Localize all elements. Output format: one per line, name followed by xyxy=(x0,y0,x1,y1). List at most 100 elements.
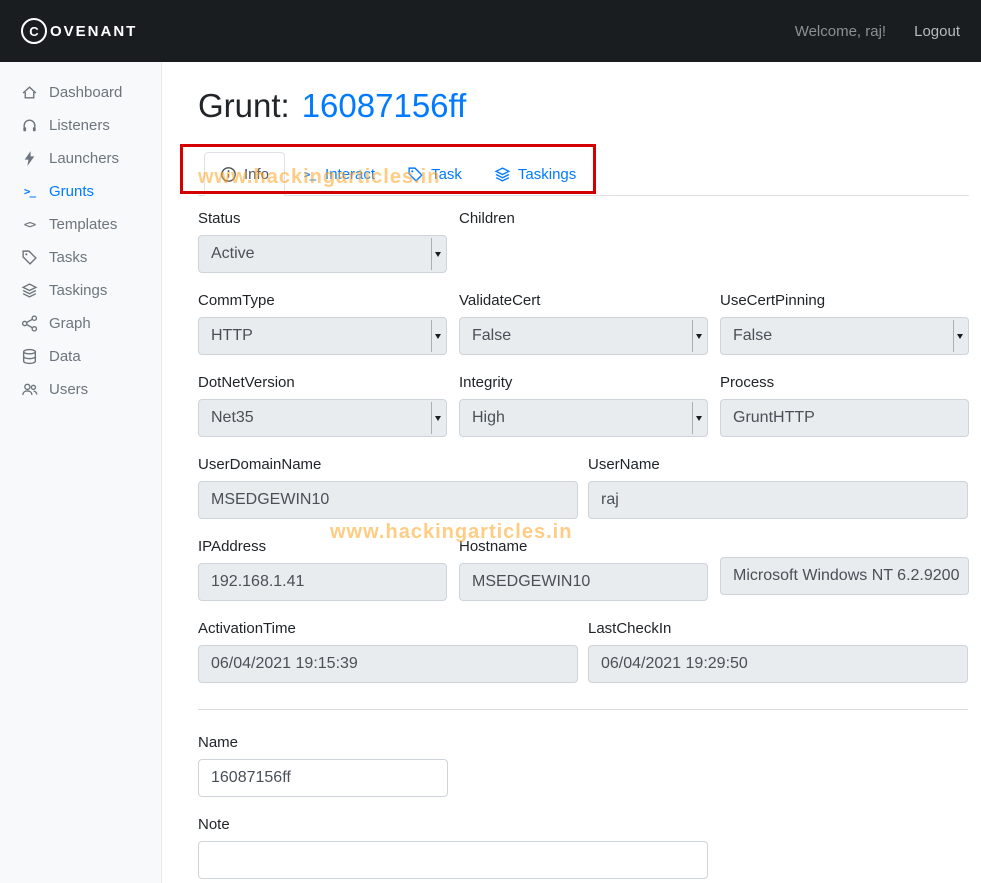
layers-icon xyxy=(494,166,511,183)
process-field: GruntHTTP xyxy=(720,399,969,437)
dotnetversion-value: Net35 xyxy=(211,409,254,426)
main-content: Grunt: 16087156ff Info >_ Interact Task … xyxy=(162,62,981,883)
headphones-icon xyxy=(21,117,38,134)
navbar-right: Welcome, raj! Logout xyxy=(795,23,960,40)
sidebar-item-dashboard[interactable]: Dashboard xyxy=(0,76,161,109)
sidebar-item-label: Graph xyxy=(49,315,91,332)
dotnetversion-select[interactable]: Net35 xyxy=(198,399,447,437)
terminal-icon: >_ xyxy=(23,185,36,198)
sidebar-item-listeners[interactable]: Listeners xyxy=(0,109,161,142)
sidebar: Dashboard Listeners Launchers >_ Grunts … xyxy=(0,62,162,883)
integrity-label: Integrity xyxy=(459,374,513,391)
operatingsystem-group: Microsoft Windows NT 6.2.9200 xyxy=(720,538,969,601)
hostname-value: MSEDGEWIN10 xyxy=(472,573,591,590)
note-input[interactable] xyxy=(198,841,708,879)
ipaddress-value: 192.168.1.41 xyxy=(211,573,305,590)
sidebar-item-label: Data xyxy=(49,348,81,365)
tab-task[interactable]: Task xyxy=(391,152,478,196)
status-group: Status Active xyxy=(198,210,447,273)
tab-info[interactable]: Info xyxy=(204,152,286,196)
username-label: UserName xyxy=(588,456,660,473)
form-row: DotNetVersion Net35 Integrity High Proce… xyxy=(198,374,969,437)
sidebar-item-data[interactable]: Data xyxy=(0,340,161,373)
operatingsystem-value: Microsoft Windows NT 6.2.9200 xyxy=(733,567,960,584)
tab-bar: Info >_ Interact Task Taskings xyxy=(198,152,969,196)
status-select[interactable]: Active xyxy=(198,235,447,273)
dotnetversion-label: DotNetVersion xyxy=(198,374,295,391)
flash-icon xyxy=(21,150,38,167)
userdomainname-value: MSEDGEWIN10 xyxy=(211,491,330,508)
children-label: Children xyxy=(459,210,515,227)
activationtime-field: 06/04/2021 19:15:39 xyxy=(198,645,578,683)
commtype-group: CommType HTTP xyxy=(198,292,447,355)
form-row: UserDomainName MSEDGEWIN10 UserName raj xyxy=(198,456,969,519)
lastcheckin-field: 06/04/2021 19:29:50 xyxy=(588,645,968,683)
validatecert-group: ValidateCert False xyxy=(459,292,708,355)
sidebar-item-label: Listeners xyxy=(49,117,110,134)
commtype-value: HTTP xyxy=(211,327,253,344)
activationtime-value: 06/04/2021 19:15:39 xyxy=(211,655,358,672)
welcome-text: Welcome, raj! xyxy=(794,22,887,40)
sidebar-item-graph[interactable]: Graph xyxy=(0,307,161,340)
children-group: Children xyxy=(459,210,708,273)
tab-label: Info xyxy=(244,165,270,183)
layers-icon xyxy=(21,282,38,299)
validatecert-select[interactable]: False xyxy=(459,317,708,355)
app-root: C OVENANT Welcome, raj! Logout Dashboard… xyxy=(0,0,981,883)
tab-taskings[interactable]: Taskings xyxy=(478,152,592,196)
name-input[interactable] xyxy=(198,759,448,797)
form-divider xyxy=(198,709,968,710)
sidebar-item-label: Tasks xyxy=(49,249,88,266)
integrity-value: High xyxy=(472,409,505,426)
form-row: IPAddress 192.168.1.41 Hostname MSEDGEWI… xyxy=(198,538,969,601)
covenant-logo-icon: C xyxy=(21,18,47,44)
sidebar-item-users[interactable]: Users xyxy=(0,373,161,406)
hostname-label: Hostname xyxy=(459,538,528,555)
commtype-label: CommType xyxy=(198,292,275,309)
tag-icon xyxy=(21,249,38,266)
home-icon xyxy=(21,84,38,101)
select-caret-icon xyxy=(692,402,705,434)
info-icon xyxy=(220,166,237,183)
userdomainname-field: MSEDGEWIN10 xyxy=(198,481,578,519)
sidebar-item-grunts[interactable]: >_ Grunts xyxy=(0,175,161,208)
sidebar-item-label: Dashboard xyxy=(49,84,123,101)
body-row: Dashboard Listeners Launchers >_ Grunts … xyxy=(0,62,981,883)
status-label: Status xyxy=(198,210,241,227)
lastcheckin-label: LastCheckIn xyxy=(588,620,672,637)
sidebar-item-launchers[interactable]: Launchers xyxy=(0,142,161,175)
brand-link[interactable]: C OVENANT xyxy=(21,18,137,44)
grunt-info-form: Status Active Children CommType HTTP Val… xyxy=(198,210,969,879)
usecertpinning-value: False xyxy=(733,327,773,344)
integrity-group: Integrity High xyxy=(459,374,708,437)
integrity-select[interactable]: High xyxy=(459,399,708,437)
ipaddress-group: IPAddress 192.168.1.41 xyxy=(198,538,447,601)
tab-interact[interactable]: >_ Interact xyxy=(285,152,391,196)
terminal-icon: >_ xyxy=(303,167,316,181)
username-value: raj xyxy=(601,491,619,508)
brand-text: OVENANT xyxy=(50,22,138,40)
userdomainname-group: UserDomainName MSEDGEWIN10 xyxy=(198,456,578,519)
sidebar-item-tasks[interactable]: Tasks xyxy=(0,241,161,274)
usecertpinning-select[interactable]: False xyxy=(720,317,969,355)
sidebar-item-templates[interactable]: <> Templates xyxy=(0,208,161,241)
sidebar-item-taskings[interactable]: Taskings xyxy=(0,274,161,307)
activationtime-group: ActivationTime 06/04/2021 19:15:39 xyxy=(198,620,578,683)
form-row: Status Active Children xyxy=(198,210,969,273)
logout-link[interactable]: Logout xyxy=(914,23,960,40)
commtype-select[interactable]: HTTP xyxy=(198,317,447,355)
select-caret-icon xyxy=(692,320,705,352)
sidebar-item-label: Grunts xyxy=(49,183,95,200)
top-navbar: C OVENANT Welcome, raj! Logout xyxy=(0,0,981,62)
form-row: ActivationTime 06/04/2021 19:15:39 LastC… xyxy=(198,620,969,683)
hostname-field: MSEDGEWIN10 xyxy=(459,563,708,601)
userdomainname-label: UserDomainName xyxy=(198,456,322,473)
sidebar-item-label: Launchers xyxy=(49,150,120,167)
tab-label: Taskings xyxy=(517,165,577,183)
code-icon: <> xyxy=(23,218,36,231)
lastcheckin-value: 06/04/2021 19:29:50 xyxy=(601,655,748,672)
sidebar-item-label: Templates xyxy=(49,216,118,233)
ipaddress-label: IPAddress xyxy=(198,538,267,555)
sidebar-item-label: Taskings xyxy=(49,282,108,299)
status-value: Active xyxy=(211,245,255,262)
